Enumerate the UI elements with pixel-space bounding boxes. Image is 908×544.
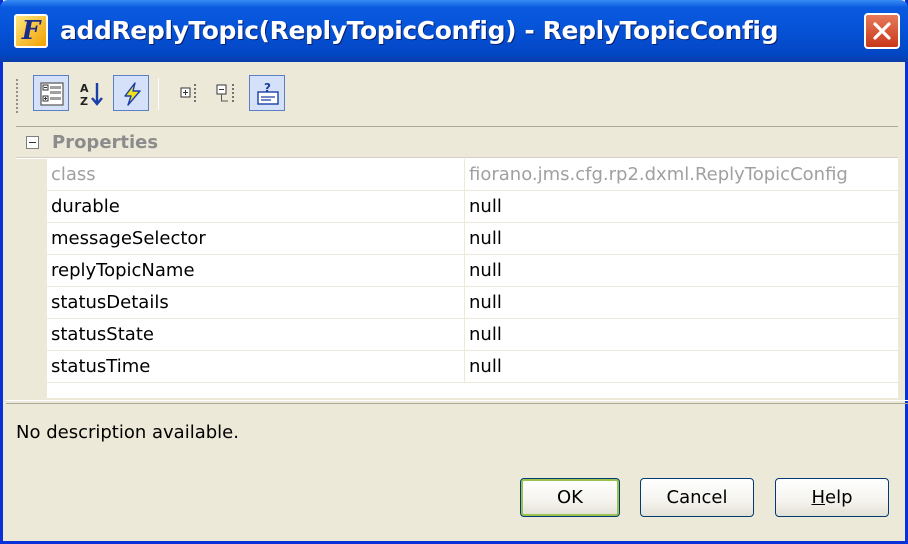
svg-text:?: ? [264, 81, 271, 95]
show-events-button[interactable] [113, 75, 149, 111]
property-row-statusdetails[interactable]: statusDetails null [16, 287, 898, 319]
property-value[interactable]: null [465, 223, 898, 255]
toolbar-separator [158, 78, 159, 110]
app-icon[interactable]: F [14, 14, 48, 48]
svg-text:Z: Z [80, 95, 88, 108]
description-text: No description available. [16, 422, 239, 443]
property-row-statustime[interactable]: statusTime null [16, 351, 898, 383]
property-row-messageselector[interactable]: messageSelector null [16, 223, 898, 255]
property-value[interactable]: null [465, 351, 898, 383]
grid-gutter-filler [16, 382, 47, 399]
row-gutter [16, 351, 47, 383]
row-gutter [16, 191, 47, 223]
collapse-category-icon[interactable] [26, 136, 39, 149]
cancel-button[interactable]: Cancel [640, 478, 754, 517]
sort-alphabetical-button[interactable]: A Z [73, 75, 109, 111]
property-name: statusDetails [47, 287, 465, 319]
property-row-class[interactable]: class fiorano.jms.cfg.rp2.dxml.ReplyTopi… [16, 159, 898, 191]
expand-all-icon [180, 84, 196, 102]
window-title: addReplyTopic(ReplyTopicConfig) - ReplyT… [60, 16, 779, 45]
property-name: messageSelector [47, 223, 465, 255]
property-name: replyTopicName [47, 255, 465, 287]
toolbar: A Z ? [13, 66, 898, 122]
close-icon [873, 22, 891, 40]
title-bar[interactable]: F addReplyTopic(ReplyTopicConfig) - Repl… [0, 0, 908, 62]
property-name: durable [47, 191, 465, 223]
description-splitter[interactable] [6, 400, 908, 404]
lightning-icon [124, 82, 141, 106]
help-mnemonic: H [811, 487, 826, 508]
property-value: fiorano.jms.cfg.rp2.dxml.ReplyTopicConfi… [465, 159, 898, 191]
row-gutter [16, 287, 47, 319]
show-description-button[interactable]: ? [249, 75, 285, 111]
row-gutter [16, 255, 47, 287]
expand-all-button[interactable] [173, 75, 209, 111]
close-button[interactable] [864, 13, 900, 49]
property-name: statusTime [47, 351, 465, 383]
toolbar-grip[interactable] [15, 78, 19, 114]
row-gutter [16, 159, 47, 191]
property-value[interactable]: null [465, 319, 898, 351]
help-description-icon: ? [257, 81, 279, 105]
row-gutter [16, 223, 47, 255]
help-label-rest: elp [825, 487, 853, 508]
collapse-all-button[interactable] [209, 75, 245, 111]
property-value[interactable]: null [465, 191, 898, 223]
property-value[interactable]: null [465, 287, 898, 319]
dialog-window: F addReplyTopic(ReplyTopicConfig) - Repl… [0, 0, 908, 544]
ok-button[interactable]: OK [520, 478, 620, 517]
property-value[interactable]: null [465, 255, 898, 287]
property-row-replytopicname[interactable]: replyTopicName null [16, 255, 898, 287]
categorized-view-button[interactable] [33, 75, 69, 111]
sort-alphabetical-icon: A Z [80, 82, 103, 108]
property-name: class [47, 159, 465, 191]
help-button[interactable]: Help [775, 478, 889, 517]
collapse-all-icon [216, 84, 234, 102]
svg-text:A: A [80, 82, 89, 95]
property-grid: Properties class fiorano.jms.cfg.rp2.dxm… [16, 126, 898, 399]
categorized-view-icon [40, 82, 64, 106]
category-label: Properties [52, 132, 159, 153]
row-gutter [16, 319, 47, 351]
property-row-statusstate[interactable]: statusState null [16, 319, 898, 351]
category-row[interactable]: Properties [16, 127, 898, 158]
property-row-durable[interactable]: durable null [16, 191, 898, 223]
property-name: statusState [47, 319, 465, 351]
